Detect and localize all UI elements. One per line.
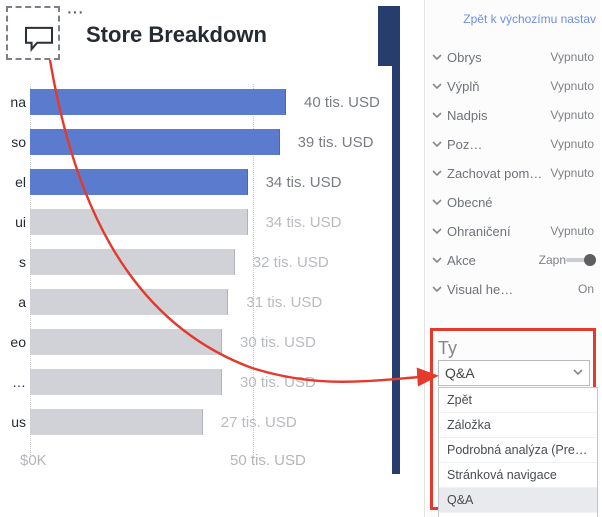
bar-rect[interactable]	[30, 129, 280, 155]
format-section-label: Akce	[447, 253, 539, 268]
chevron-down-icon	[429, 165, 445, 181]
bar-category-label: so	[0, 134, 26, 150]
bar-row: el 34 tis. USD	[0, 162, 400, 202]
dropdown-option[interactable]: Záložka	[439, 413, 597, 438]
bar-rect[interactable]	[30, 209, 248, 235]
bar-category-label: …	[0, 374, 26, 390]
bar-category-label: us	[0, 414, 26, 430]
bar-value-label: 27 tis. USD	[221, 414, 297, 431]
bar-category-label: s	[0, 254, 26, 270]
bar-value-label: 39 tis. USD	[298, 134, 374, 151]
x-axis-tick: 50 tis. USD	[230, 452, 306, 469]
report-page-edge	[378, 6, 400, 66]
bar-category-label: el	[0, 174, 26, 190]
bar-rect[interactable]	[30, 169, 248, 195]
format-section-state: Vypnuto	[550, 137, 594, 151]
dropdown-option[interactable]: Zpět	[439, 388, 597, 413]
dropdown-selected-value: Q&A	[445, 365, 475, 381]
bar-row: na 40 tis. USD	[0, 82, 400, 122]
bar-value-label: 34 tis. USD	[266, 174, 342, 191]
format-section-state: Vypnuto	[550, 166, 594, 180]
reset-to-default-link[interactable]: Zpět k výchozímu nastav	[463, 12, 596, 26]
dropdown-option[interactable]: Podrobná analýza (Preview)	[439, 438, 597, 463]
bar-row: eo 30 tis. USD	[0, 322, 400, 362]
bar-rect[interactable]	[30, 289, 228, 315]
bar-category-label: na	[0, 94, 26, 110]
format-section-3[interactable]: Poz…Vypnuto	[425, 129, 600, 158]
format-section-6[interactable]: OhraničeníVypnuto	[425, 216, 600, 245]
format-panel-sections: ObrysVypnutoVýplňVypnutoNadpisVypnutoPoz…	[425, 42, 600, 303]
bar-value-label: 32 tis. USD	[253, 254, 329, 271]
chevron-down-icon	[573, 366, 583, 380]
x-axis-tick: $0K	[20, 452, 47, 469]
chevron-down-icon	[429, 223, 445, 239]
bar-rect[interactable]	[30, 89, 286, 115]
format-section-label: Ohraničení	[447, 224, 550, 239]
format-section-label: Visual he…	[447, 282, 578, 297]
bar-row: us 27 tis. USD	[0, 402, 400, 442]
visual-header-more-icon[interactable]: ···	[66, 2, 83, 22]
dropdown-option[interactable]: Q&A	[439, 488, 597, 513]
format-section-label: Nadpis	[447, 108, 550, 123]
bar-row: ui 34 tis. USD	[0, 202, 400, 242]
format-section-label: Výplň	[447, 79, 550, 94]
bar-row: … 30 tis. USD	[0, 362, 400, 402]
chevron-down-icon	[429, 194, 445, 210]
bar-category-label: a	[0, 294, 26, 310]
bar-value-label: 34 tis. USD	[266, 214, 342, 231]
dropdown-option[interactable]: Stránková navigace	[439, 463, 597, 488]
dropdown-label: Ty	[438, 338, 457, 359]
action-type-dropdown[interactable]: Q&A	[438, 360, 590, 386]
toggle-switch[interactable]	[566, 254, 594, 266]
format-section-label: Obecné	[447, 195, 594, 210]
chart-title: Store Breakdown	[86, 22, 267, 48]
bar-value-label: 30 tis. USD	[240, 334, 316, 351]
format-section-4[interactable]: Zachovat pom…Vypnuto	[425, 158, 600, 187]
bar-category-label: eo	[0, 334, 26, 350]
bar-chart: na40 tis. USDso39 tis. USDel34 tis. USDu…	[0, 82, 400, 442]
format-section-2[interactable]: NadpisVypnuto	[425, 100, 600, 129]
chevron-down-icon	[429, 107, 445, 123]
bar-rect[interactable]	[30, 369, 222, 395]
bar-row: s 32 tis. USD	[0, 242, 400, 282]
bar-row: a 31 tis. USD	[0, 282, 400, 322]
format-section-state: Vypnuto	[550, 79, 594, 93]
chevron-down-icon	[429, 136, 445, 152]
dropdown-listbox: ZpětZáložkaPodrobná analýza (Preview)Str…	[438, 387, 598, 517]
bar-value-label: 31 tis. USD	[246, 294, 322, 311]
format-section-state: Vypnuto	[550, 50, 594, 64]
format-section-state: Vypnuto	[550, 224, 594, 238]
bar-row: so 39 tis. USD	[0, 122, 400, 162]
bar-category-label: ui	[0, 214, 26, 230]
bar-rect[interactable]	[30, 329, 222, 355]
dropdown-option[interactable]: Webová URL	[439, 513, 597, 517]
bar-rect[interactable]	[30, 249, 235, 275]
chevron-down-icon	[429, 281, 445, 297]
format-section-state: Vypnuto	[550, 108, 594, 122]
format-section-5[interactable]: Obecné	[425, 187, 600, 216]
format-section-label: Obrys	[447, 50, 550, 65]
format-section-state: On	[578, 282, 594, 296]
selected-visual-marquee[interactable]	[6, 6, 60, 60]
format-section-0[interactable]: ObrysVypnuto	[425, 42, 600, 71]
chevron-down-icon	[429, 252, 445, 268]
format-section-7[interactable]: AkceZapn	[425, 245, 600, 274]
bar-rect[interactable]	[30, 409, 203, 435]
bar-value-label: 40 tis. USD	[304, 94, 380, 111]
format-section-1[interactable]: VýplňVypnuto	[425, 71, 600, 100]
visual-canvas: ··· Store Breakdown na 40 tis. USD so 39 ti…	[0, 0, 424, 517]
format-section-state: Zapn	[539, 253, 566, 267]
chat-bubble-icon	[24, 26, 54, 55]
chevron-down-icon	[429, 78, 445, 94]
chevron-down-icon	[429, 49, 445, 65]
format-section-label: Poz…	[447, 137, 550, 152]
bar-value-label: 30 tis. USD	[240, 374, 316, 391]
format-section-8[interactable]: Visual he…On	[425, 274, 600, 303]
format-section-label: Zachovat pom…	[447, 166, 550, 181]
